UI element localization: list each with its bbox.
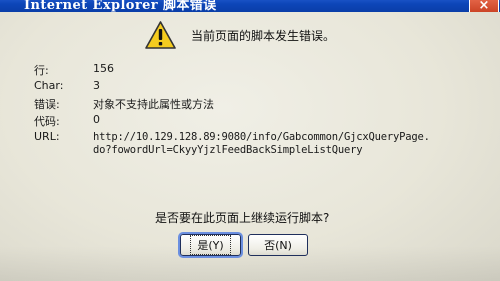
screen: Internet Explorer 脚本错误 × 当前页面的脚本发生错误。 行:… (0, 0, 500, 281)
error-label: 错误: (34, 98, 60, 111)
url-label: URL: (34, 130, 60, 143)
no-button-label: 否(N) (264, 239, 292, 252)
error-message: 当前页面的脚本发生错误。 (191, 29, 336, 43)
yes-button[interactable]: 是(Y) (178, 232, 243, 258)
continue-question: 是否要在此页面上继续运行脚本? (155, 211, 330, 225)
char-label: Char: (34, 79, 64, 92)
url-value-line1: http://10.129.128.89:9080/info/Gabcommon… (93, 131, 430, 143)
yes-button-label: 是(Y) (190, 235, 231, 255)
line-label: 行: (34, 64, 49, 77)
warning-icon (145, 21, 176, 49)
script-error-dialog: Internet Explorer 脚本错误 × 当前页面的脚本发生错误。 行:… (0, 0, 500, 281)
line-value: 156 (93, 62, 114, 75)
code-label: 代码: (34, 115, 60, 128)
no-button[interactable]: 否(N) (248, 234, 308, 256)
window-title: Internet Explorer 脚本错误 (24, 0, 217, 13)
url-value-line2: do?fowordUrl=CkyyYjzlFeedBackSimpleListQ… (93, 144, 363, 156)
code-value: 0 (93, 113, 100, 126)
char-value: 3 (93, 79, 100, 92)
error-value: 对象不支持此属性或方法 (93, 98, 214, 111)
title-bar[interactable]: Internet Explorer 脚本错误 (0, 0, 500, 13)
